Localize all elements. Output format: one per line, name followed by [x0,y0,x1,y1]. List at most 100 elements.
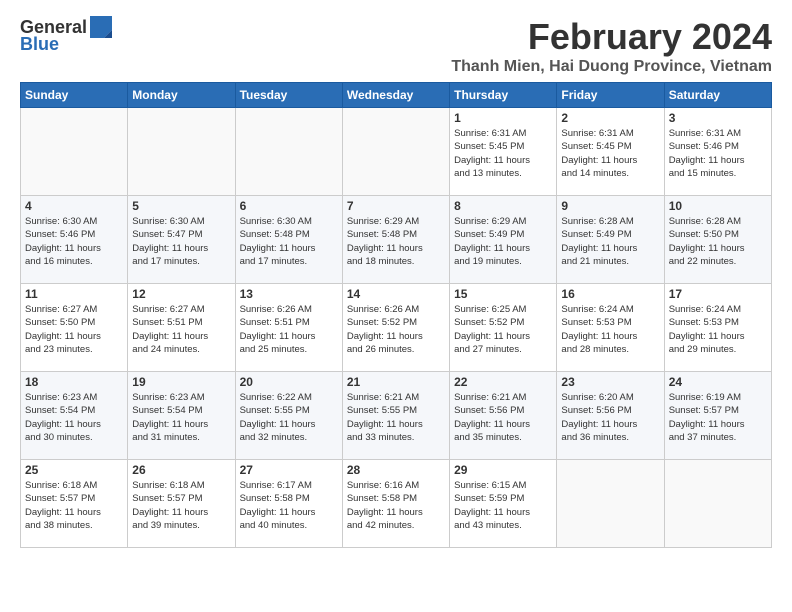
calendar-week-5: 25Sunrise: 6:18 AM Sunset: 5:57 PM Dayli… [21,460,772,548]
calendar-cell: 6 Sunrise: 6:30 AM Sunset: 5:48 PM Daylig… [235,196,342,284]
day-info: Sunrise: 6:29 AM Sunset: 5:48 PM Dayligh… [347,215,445,268]
day-number: 26 [132,463,230,477]
calendar-cell: 21 Sunrise: 6:21 AM Sunset: 5:55 PM Dayli… [342,372,449,460]
calendar-cell: 11Sunrise: 6:27 AM Sunset: 5:50 PM Dayli… [21,284,128,372]
calendar-cell: 15 Sunrise: 6:25 AM Sunset: 5:52 PM Dayli… [450,284,557,372]
calendar-cell [128,108,235,196]
location: Thanh Mien, Hai Duong Province, Vietnam [451,58,772,76]
day-info: Sunrise: 6:26 AM Sunset: 5:51 PM Dayligh… [240,303,338,356]
day-info: Sunrise: 6:27 AM Sunset: 5:51 PM Dayligh… [132,303,230,356]
day-info: Sunrise: 6:26 AM Sunset: 5:52 PM Dayligh… [347,303,445,356]
col-header-saturday: Saturday [664,83,771,108]
day-info: Sunrise: 6:23 AM Sunset: 5:54 PM Dayligh… [132,391,230,444]
logo: General Blue [20,16,112,55]
day-info: Sunrise: 6:15 AM Sunset: 5:59 PM Dayligh… [454,479,552,532]
day-info: Sunrise: 6:22 AM Sunset: 5:55 PM Dayligh… [240,391,338,444]
day-info: Sunrise: 6:21 AM Sunset: 5:55 PM Dayligh… [347,391,445,444]
calendar-cell: 7Sunrise: 6:29 AM Sunset: 5:48 PM Daylig… [342,196,449,284]
day-info: Sunrise: 6:29 AM Sunset: 5:49 PM Dayligh… [454,215,552,268]
day-info: Sunrise: 6:16 AM Sunset: 5:58 PM Dayligh… [347,479,445,532]
day-info: Sunrise: 6:31 AM Sunset: 5:45 PM Dayligh… [454,127,552,180]
day-number: 18 [25,375,123,389]
day-number: 6 [240,199,338,213]
calendar-cell [21,108,128,196]
calendar-cell: 19 Sunrise: 6:23 AM Sunset: 5:54 PM Dayli… [128,372,235,460]
day-number: 24 [669,375,767,389]
calendar-week-1: 1 Sunrise: 6:31 AM Sunset: 5:45 PM Daylig… [21,108,772,196]
calendar-header-row: SundayMondayTuesdayWednesdayThursdayFrid… [21,83,772,108]
day-info: Sunrise: 6:23 AM Sunset: 5:54 PM Dayligh… [25,391,123,444]
day-info: Sunrise: 6:24 AM Sunset: 5:53 PM Dayligh… [561,303,659,356]
day-number: 15 [454,287,552,301]
day-info: Sunrise: 6:24 AM Sunset: 5:53 PM Dayligh… [669,303,767,356]
logo-text-blue: Blue [20,34,59,55]
calendar-cell: 17 Sunrise: 6:24 AM Sunset: 5:53 PM Dayli… [664,284,771,372]
calendar-cell: 2 Sunrise: 6:31 AM Sunset: 5:45 PM Daylig… [557,108,664,196]
day-number: 4 [25,199,123,213]
day-number: 3 [669,111,767,125]
day-number: 10 [669,199,767,213]
calendar-cell: 23 Sunrise: 6:20 AM Sunset: 5:56 PM Dayli… [557,372,664,460]
calendar-cell: 18 Sunrise: 6:23 AM Sunset: 5:54 PM Dayli… [21,372,128,460]
page-header: General Blue February 2024 Thanh Mien, H… [20,16,772,76]
day-number: 25 [25,463,123,477]
day-number: 12 [132,287,230,301]
day-number: 16 [561,287,659,301]
logo-icon [90,16,112,38]
calendar-cell: 14 Sunrise: 6:26 AM Sunset: 5:52 PM Dayli… [342,284,449,372]
col-header-friday: Friday [557,83,664,108]
day-info: Sunrise: 6:28 AM Sunset: 5:50 PM Dayligh… [669,215,767,268]
day-info: Sunrise: 6:25 AM Sunset: 5:52 PM Dayligh… [454,303,552,356]
day-number: 2 [561,111,659,125]
day-number: 23 [561,375,659,389]
day-number: 9 [561,199,659,213]
day-number: 14 [347,287,445,301]
day-info: Sunrise: 6:30 AM Sunset: 5:46 PM Dayligh… [25,215,123,268]
calendar-cell: 16 Sunrise: 6:24 AM Sunset: 5:53 PM Dayli… [557,284,664,372]
calendar-cell: 28 Sunrise: 6:16 AM Sunset: 5:58 PM Dayli… [342,460,449,548]
day-number: 17 [669,287,767,301]
calendar-cell [557,460,664,548]
calendar-cell: 20 Sunrise: 6:22 AM Sunset: 5:55 PM Dayli… [235,372,342,460]
col-header-thursday: Thursday [450,83,557,108]
day-number: 29 [454,463,552,477]
calendar-cell: 12 Sunrise: 6:27 AM Sunset: 5:51 PM Dayli… [128,284,235,372]
calendar-cell: 26Sunrise: 6:18 AM Sunset: 5:57 PM Dayli… [128,460,235,548]
calendar-week-4: 18 Sunrise: 6:23 AM Sunset: 5:54 PM Dayli… [21,372,772,460]
col-header-wednesday: Wednesday [342,83,449,108]
calendar-cell: 13 Sunrise: 6:26 AM Sunset: 5:51 PM Dayli… [235,284,342,372]
day-info: Sunrise: 6:31 AM Sunset: 5:46 PM Dayligh… [669,127,767,180]
day-number: 20 [240,375,338,389]
day-info: Sunrise: 6:31 AM Sunset: 5:45 PM Dayligh… [561,127,659,180]
day-info: Sunrise: 6:17 AM Sunset: 5:58 PM Dayligh… [240,479,338,532]
calendar-cell: 29 Sunrise: 6:15 AM Sunset: 5:59 PM Dayli… [450,460,557,548]
day-number: 13 [240,287,338,301]
month-title: February 2024 [451,16,772,58]
calendar-cell: 8Sunrise: 6:29 AM Sunset: 5:49 PM Daylig… [450,196,557,284]
calendar-week-3: 11Sunrise: 6:27 AM Sunset: 5:50 PM Dayli… [21,284,772,372]
day-number: 28 [347,463,445,477]
col-header-monday: Monday [128,83,235,108]
calendar-cell [342,108,449,196]
calendar-cell: 25Sunrise: 6:18 AM Sunset: 5:57 PM Dayli… [21,460,128,548]
calendar-cell: 10 Sunrise: 6:28 AM Sunset: 5:50 PM Dayli… [664,196,771,284]
day-info: Sunrise: 6:19 AM Sunset: 5:57 PM Dayligh… [669,391,767,444]
day-info: Sunrise: 6:30 AM Sunset: 5:48 PM Dayligh… [240,215,338,268]
calendar-week-2: 4 Sunrise: 6:30 AM Sunset: 5:46 PM Daylig… [21,196,772,284]
day-info: Sunrise: 6:20 AM Sunset: 5:56 PM Dayligh… [561,391,659,444]
day-info: Sunrise: 6:30 AM Sunset: 5:47 PM Dayligh… [132,215,230,268]
col-header-sunday: Sunday [21,83,128,108]
day-number: 22 [454,375,552,389]
calendar-cell: 1 Sunrise: 6:31 AM Sunset: 5:45 PM Daylig… [450,108,557,196]
day-number: 1 [454,111,552,125]
calendar-cell: 5Sunrise: 6:30 AM Sunset: 5:47 PM Daylig… [128,196,235,284]
calendar-cell: 24 Sunrise: 6:19 AM Sunset: 5:57 PM Dayli… [664,372,771,460]
calendar-cell [664,460,771,548]
calendar-cell: 22 Sunrise: 6:21 AM Sunset: 5:56 PM Dayli… [450,372,557,460]
calendar-cell [235,108,342,196]
calendar-cell: 27 Sunrise: 6:17 AM Sunset: 5:58 PM Dayli… [235,460,342,548]
day-number: 19 [132,375,230,389]
day-info: Sunrise: 6:21 AM Sunset: 5:56 PM Dayligh… [454,391,552,444]
day-number: 21 [347,375,445,389]
day-number: 27 [240,463,338,477]
